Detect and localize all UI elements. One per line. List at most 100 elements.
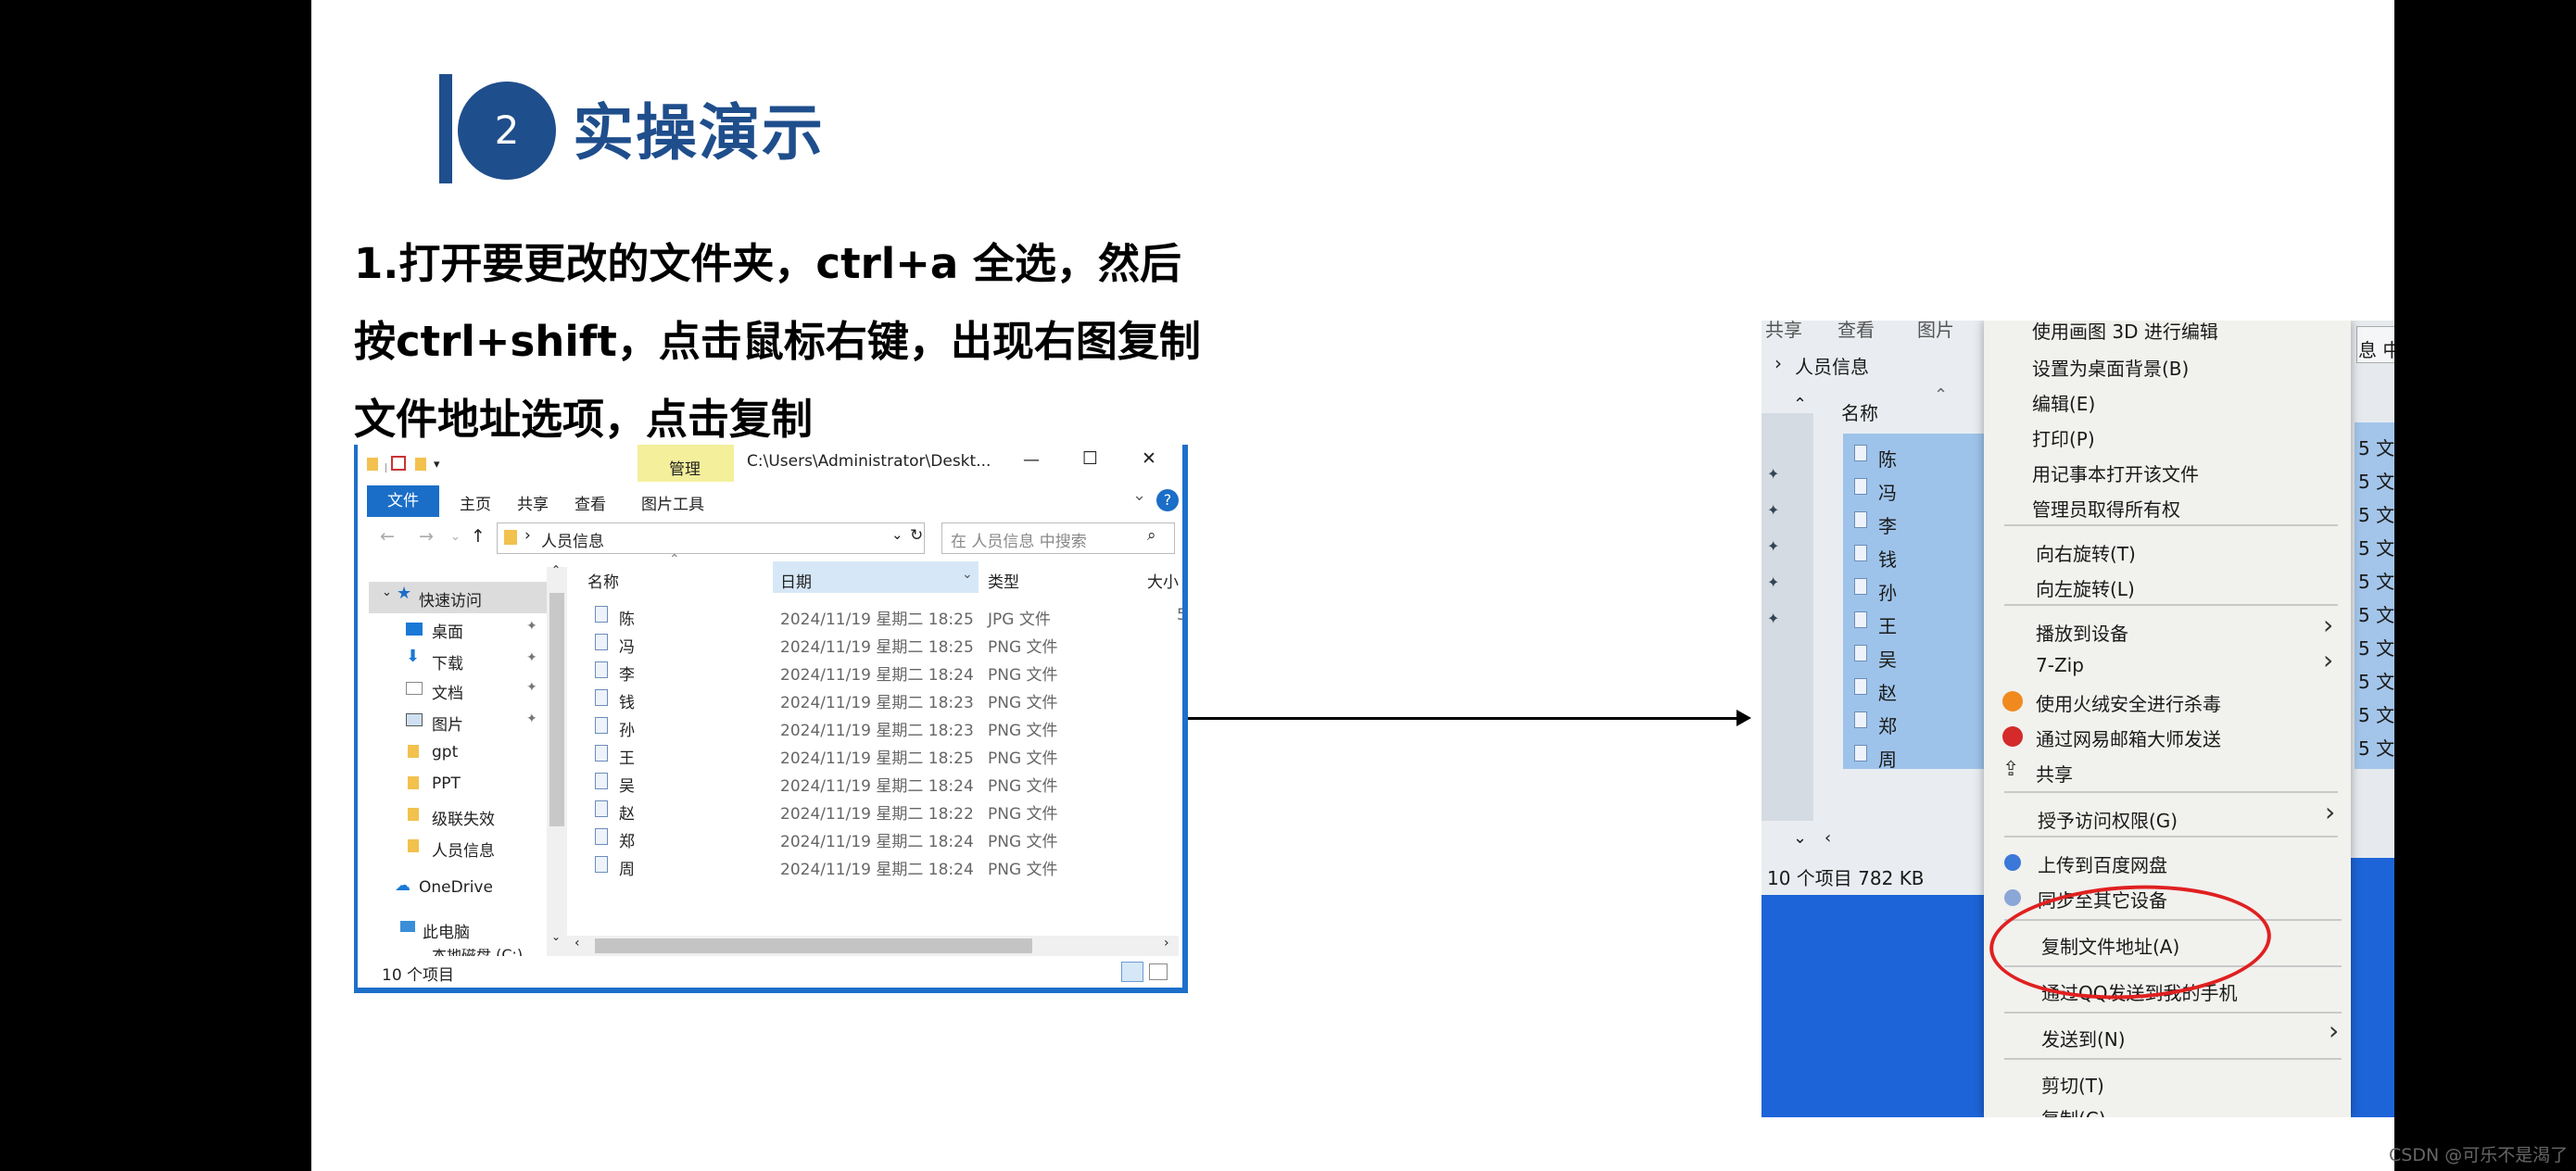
photo-breadcrumb-separator: ›: [1774, 352, 1782, 374]
column-header-size[interactable]: 大小: [1147, 569, 1179, 592]
photo-scroll-down-icon: ⌄: [1793, 828, 1808, 848]
file-type: PNG 文件: [988, 666, 1058, 685]
menu-item-rotate-left[interactable]: 向左旋转(L): [2036, 574, 2135, 601]
menu-item-share[interactable]: 共享: [2036, 760, 2073, 787]
properties-check-icon[interactable]: [391, 456, 406, 471]
file-name[interactable]: 王: [619, 745, 635, 768]
column-header-type[interactable]: 类型: [988, 569, 1019, 592]
file-type: PNG 文件: [988, 749, 1058, 768]
menu-item-upload-baidu[interactable]: 上传到百度网盘: [2038, 850, 2167, 877]
nav-item-documents[interactable]: 文档: [432, 680, 463, 703]
file-icon: [595, 689, 608, 706]
tab-picture-tools[interactable]: 图片工具: [641, 491, 704, 514]
menu-item-edit-paint3d[interactable]: 使用画图 3D 进行编辑: [2032, 321, 2218, 344]
scroll-left-icon[interactable]: ‹: [575, 936, 580, 951]
photo-column-name: 名称: [1841, 402, 1878, 424]
menu-item-edit[interactable]: 编辑(E): [2032, 389, 2095, 416]
nav-item-pictures[interactable]: 图片: [432, 711, 463, 735]
search-icon[interactable]: ⌕: [1147, 526, 1156, 545]
menu-item-send-to[interactable]: 发送到(N): [2041, 1025, 2126, 1051]
file-name[interactable]: 周: [619, 856, 635, 879]
details-view-icon[interactable]: [1121, 962, 1143, 982]
up-icon[interactable]: ↑: [471, 526, 486, 547]
maximize-button[interactable]: ☐: [1082, 448, 1098, 469]
recent-chevron-icon[interactable]: ⌄: [450, 530, 461, 544]
chevron-down-icon[interactable]: ▾: [434, 458, 440, 472]
item-count: 10 个项目: [382, 966, 455, 985]
breadcrumb-separator: ›: [524, 526, 531, 545]
back-icon[interactable]: ←: [380, 526, 395, 547]
new-folder-icon[interactable]: [415, 458, 426, 471]
menu-item-set-wallpaper[interactable]: 设置为桌面背景(B): [2032, 354, 2189, 381]
menu-item-open-notepad[interactable]: 用记事本打开该文件: [2032, 460, 2199, 486]
nav-item-quick-access[interactable]: 快速访问: [419, 587, 482, 611]
menu-item-netease-send[interactable]: 通过网易邮箱大师发送: [2036, 724, 2221, 751]
quick-access-folder-icon[interactable]: [367, 458, 378, 471]
menu-item-print[interactable]: 打印(P): [2032, 424, 2095, 451]
scroll-down-icon[interactable]: ⌄: [551, 930, 561, 943]
pin-icon[interactable]: ✦: [526, 619, 537, 634]
tab-file[interactable]: 文件: [367, 485, 439, 517]
nav-item-gpt[interactable]: gpt: [432, 743, 458, 762]
column-header-date[interactable]: 日期: [780, 569, 812, 592]
file-icon: [595, 606, 608, 623]
file-name[interactable]: 陈: [619, 606, 635, 629]
title-accent-bar: [439, 74, 452, 183]
file-name[interactable]: 钱: [619, 689, 635, 712]
pin-icon[interactable]: ✦: [526, 680, 537, 695]
photo-file-icon: [1854, 578, 1867, 595]
file-type: PNG 文件: [988, 694, 1058, 712]
column-header-name[interactable]: 名称: [587, 569, 619, 592]
menu-item-cut[interactable]: 剪切(T): [2041, 1071, 2104, 1098]
file-icon: [595, 717, 608, 734]
address-dropdown-icon[interactable]: ⌄: [891, 526, 903, 543]
photo-file-name: 陈: [1878, 448, 1897, 471]
file-name[interactable]: 赵: [619, 800, 635, 824]
tab-home[interactable]: 主页: [460, 491, 491, 514]
nav-item-onedrive[interactable]: OneDrive: [419, 878, 493, 897]
menu-item-huorong-scan[interactable]: 使用火绒安全进行杀毒: [2036, 689, 2221, 716]
nav-item-cascade-failure[interactable]: 级联失效: [432, 806, 495, 829]
menu-item-cast-to-device[interactable]: 播放到设备: [2036, 619, 2128, 646]
file-icon: [595, 800, 608, 817]
scroll-right-icon[interactable]: ›: [1164, 936, 1169, 951]
forward-icon[interactable]: →: [419, 526, 434, 547]
nav-item-this-pc[interactable]: 此电脑: [423, 919, 470, 942]
tab-share[interactable]: 共享: [517, 491, 549, 514]
minimize-button[interactable]: —: [1023, 450, 1040, 470]
menu-item-take-ownership[interactable]: 管理员取得所有权: [2032, 495, 2180, 522]
breadcrumb[interactable]: 人员信息: [541, 528, 604, 551]
photo-file-name: 郑: [1878, 715, 1897, 737]
pin-icon[interactable]: ✦: [526, 650, 537, 665]
menu-item-rotate-right[interactable]: 向右旋转(T): [2036, 539, 2136, 566]
horizontal-scrollbar-thumb[interactable]: [595, 938, 1032, 953]
manage-label: 管理: [669, 460, 701, 479]
file-name[interactable]: 冯: [619, 634, 635, 657]
nav-scrollbar-thumb[interactable]: [549, 593, 564, 826]
tab-view[interactable]: 查看: [575, 491, 606, 514]
menu-item-7zip[interactable]: 7-Zip: [2036, 654, 2084, 676]
expand-quick-access-icon[interactable]: ⌄: [382, 586, 392, 599]
nav-item-downloads[interactable]: 下载: [432, 650, 463, 674]
file-name[interactable]: 吴: [619, 773, 635, 796]
file-name[interactable]: 孙: [619, 717, 635, 740]
scroll-up-icon[interactable]: ⌃: [551, 563, 561, 576]
file-name[interactable]: 郑: [619, 828, 635, 851]
close-button[interactable]: ✕: [1142, 448, 1156, 469]
nav-item-personnel[interactable]: 人员信息: [432, 837, 495, 861]
submenu-arrow-icon: ›: [2323, 610, 2334, 640]
photo-type: 5 文件: [2358, 537, 2394, 560]
computer-icon: [400, 921, 415, 932]
ribbon-expand-icon[interactable]: ⌄: [1132, 485, 1146, 505]
pin-icon[interactable]: ✦: [526, 711, 537, 726]
nav-item-ppt[interactable]: PPT: [432, 774, 461, 793]
large-icons-view-icon[interactable]: [1149, 963, 1168, 980]
menu-item-grant-access[interactable]: 授予访问权限(G): [2038, 806, 2178, 833]
column-filter-icon[interactable]: ⌄: [962, 567, 973, 582]
help-icon[interactable]: ?: [1156, 489, 1179, 511]
file-name[interactable]: 李: [619, 661, 635, 685]
nav-item-local-disk[interactable]: 本地磁盘 (C:): [432, 949, 523, 956]
menu-item-copy[interactable]: 复制(C): [2041, 1104, 2106, 1117]
refresh-icon[interactable]: ↻: [910, 526, 923, 545]
nav-item-desktop[interactable]: 桌面: [432, 619, 463, 642]
